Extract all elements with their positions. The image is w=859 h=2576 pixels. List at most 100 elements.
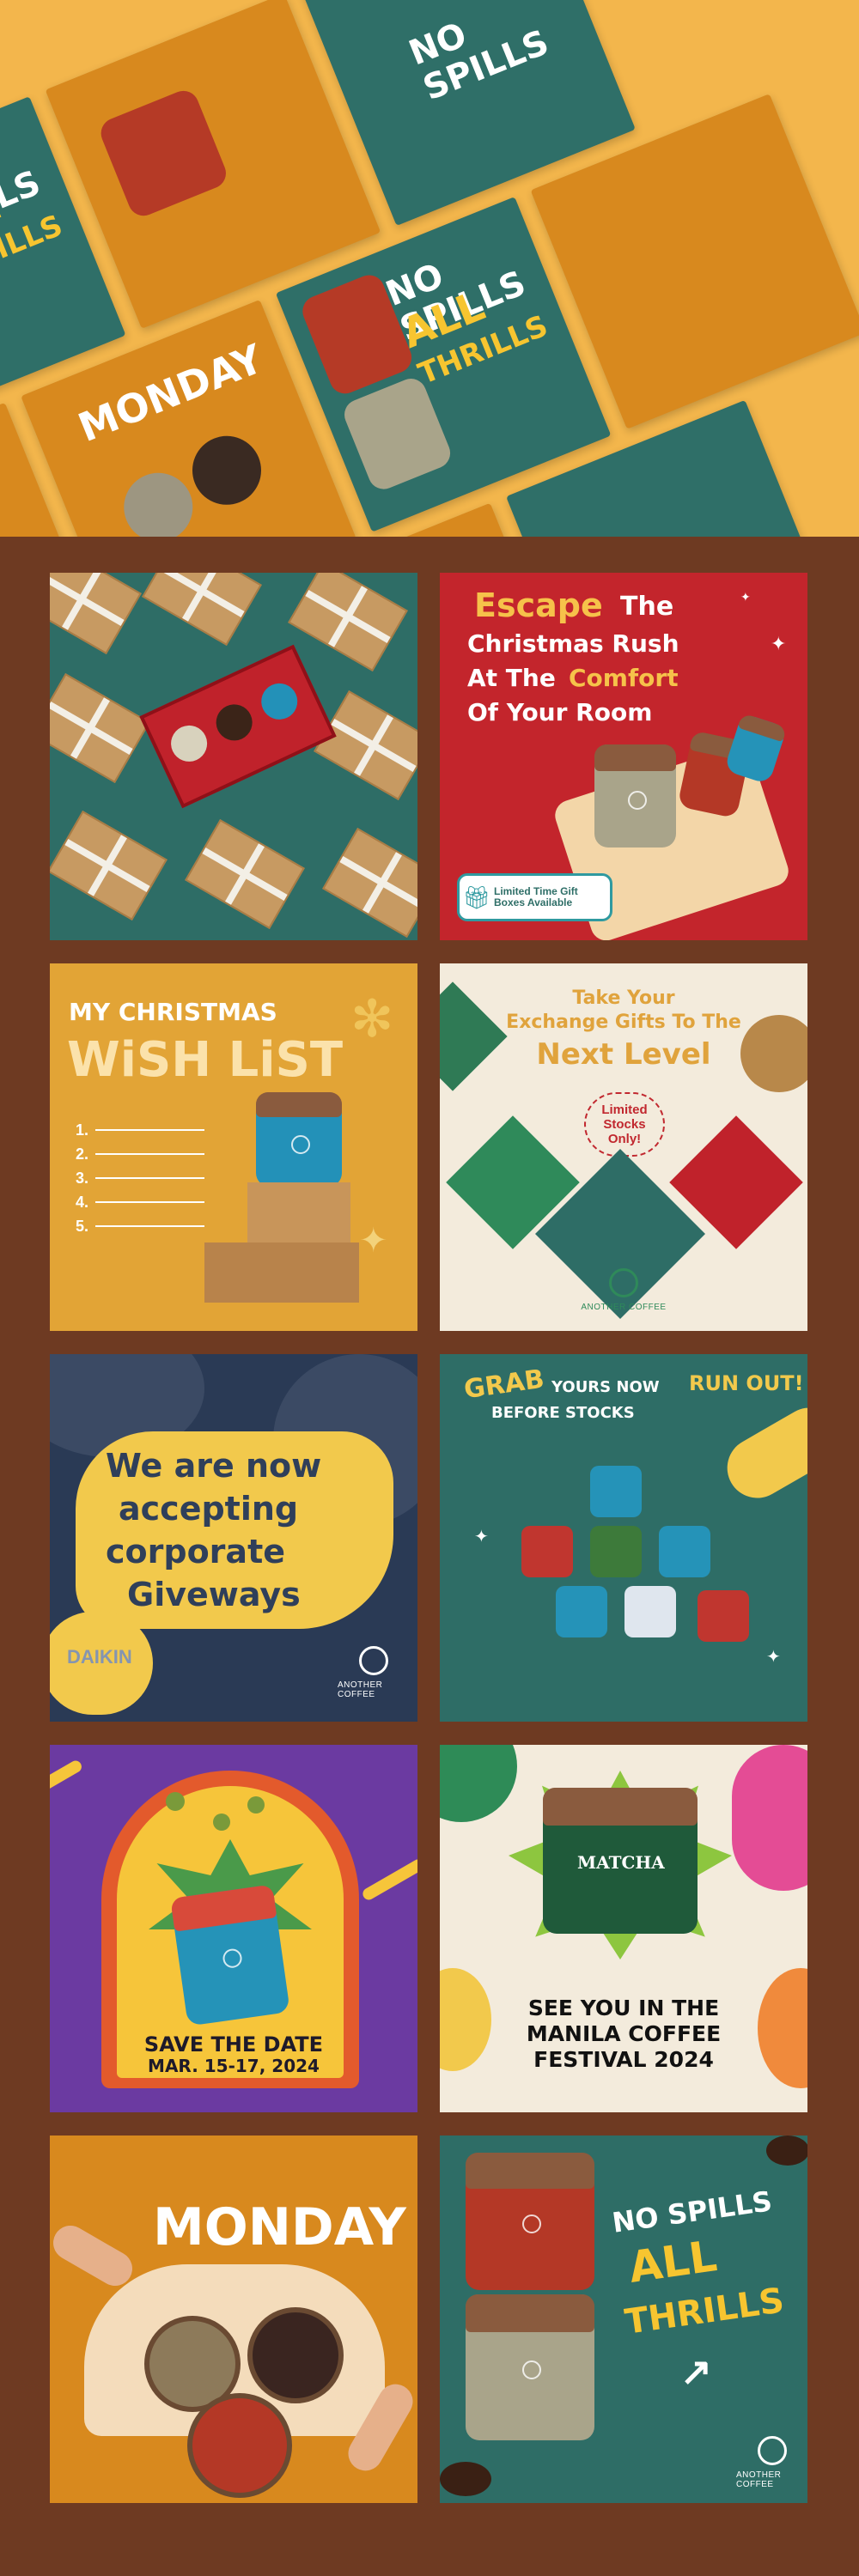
gift-box	[314, 690, 417, 801]
hero-jar-grey-3	[339, 374, 455, 495]
gift-box	[50, 573, 142, 655]
tile-escape-christmas: Escape The Christmas Rush At The Comfort…	[440, 573, 807, 940]
daikin-watermark: DAIKIN	[67, 1646, 132, 1668]
green-blob	[440, 1745, 517, 1822]
tin-grey	[466, 2294, 594, 2440]
hero-tin-open-1	[113, 462, 204, 537]
list-item: 4.	[76, 1190, 204, 1214]
hero-text-thrills: THRILLS	[0, 208, 68, 292]
hero-text-monday-left: MONDAY	[0, 440, 7, 537]
list-item-number: 3.	[76, 1169, 89, 1187]
tin-white	[624, 1586, 676, 1637]
save-date-line2: MAR. 15-17, 2024	[148, 2056, 320, 2076]
sparkle-icon: ✦	[766, 1648, 781, 1667]
gift-box	[185, 818, 305, 930]
no-spills-line1: NO SPILLS	[610, 2184, 775, 2239]
grab-run-out: RUN OUT!	[689, 1371, 804, 1395]
list-item: 2.	[76, 1142, 204, 1166]
tin-red-2	[698, 1590, 749, 1642]
hero-text-no-spills-2: NO SPILLS	[403, 15, 555, 109]
hero-mosaic: NO SPILLS ALL THRILLS NO SPILLS MONDAY M…	[0, 0, 859, 537]
tin-blue-matcha	[256, 1092, 342, 1187]
tin-red	[521, 1526, 573, 1577]
squiggle-decoration	[360, 1856, 417, 1903]
list-item-number: 4.	[76, 1193, 89, 1211]
corporate-brand: ANOTHER COFFEE	[338, 1680, 383, 1699]
tin-blue	[255, 677, 304, 726]
tile-grab-now: GRAB YOURS NOW RUN OUT! BEFORE STOCKS ✦ …	[440, 1354, 807, 1722]
corporate-line3: corporate	[106, 1533, 285, 1571]
matcha-line2: MANILA COFFEE	[526, 2021, 722, 2046]
list-item: 5.	[76, 1214, 204, 1238]
star-ornament-icon: ✦	[359, 1222, 388, 1260]
limited-badge-text: Limited Time Gift Boxes Available	[494, 885, 578, 908]
hero-tile-grid: NO SPILLS ALL THRILLS NO SPILLS MONDAY M…	[0, 0, 859, 537]
hand-left	[50, 2219, 139, 2293]
tile-wishlist: MY CHRISTMAS WiSH LiST 1. 2. 3. 4. 5. ✦ …	[50, 963, 417, 1331]
tin-red-lid	[187, 2393, 292, 2498]
gift-box	[50, 810, 168, 921]
list-item-number: 2.	[76, 1145, 89, 1163]
monday-text: MONDAY	[153, 2197, 406, 2257]
tile-corporate: We are now accepting corporate Giveways …	[50, 1354, 417, 1722]
portfolio-board: Escape The Christmas Rush At The Comfort…	[0, 537, 859, 2576]
matcha-line1: SEE YOU IN THE	[527, 1996, 720, 2020]
tin-beans	[210, 698, 259, 747]
kraft-box-large	[204, 1242, 359, 1303]
escape-line4: Of Your Room	[467, 698, 653, 726]
list-item: 1.	[76, 1118, 204, 1142]
kraft-box	[247, 1182, 350, 1242]
gift-icon: 🎁︎	[462, 884, 491, 910]
gift-box	[288, 573, 408, 672]
save-date-line1: SAVE THE DATE	[143, 2032, 324, 2057]
escape-line3-b: Comfort	[569, 664, 679, 692]
gift-box	[142, 573, 262, 647]
arrow-up-right-icon: ↗	[680, 2351, 712, 2393]
squiggle-decoration	[50, 1758, 84, 1795]
wishlist-title-b: WiSH LiST	[67, 1032, 344, 1088]
tile-save-the-date: SAVE THE DATE MAR. 15-17, 2024	[50, 1745, 417, 2112]
another-coffee-logo	[758, 2436, 787, 2465]
grab-word: GRAB	[462, 1364, 546, 1406]
wishlist-title-a: MY CHRISTMAS	[69, 998, 277, 1026]
tin-blue-3	[556, 1586, 607, 1637]
yellow-sleeve-arm	[716, 1396, 807, 1510]
tin-blue-pouring	[170, 1884, 290, 2026]
tile-monday: MONDAY	[50, 2136, 417, 2503]
wishlist-items: 1. 2. 3. 4. 5.	[76, 1118, 204, 1238]
matcha-label: MATCHA	[577, 1852, 665, 1873]
exchange-brand: ANOTHER COFFEE	[581, 1303, 667, 1312]
corporate-line4: Giveways	[127, 1576, 301, 1613]
list-item-number: 5.	[76, 1217, 89, 1235]
tin-grey	[594, 744, 676, 848]
no-spills-brand: ANOTHER COFFEE	[736, 2470, 782, 2489]
tin-open-beans	[247, 2307, 344, 2403]
list-item-number: 1.	[76, 1121, 89, 1139]
grab-yours-now: YOURS NOW	[551, 1378, 660, 1396]
another-coffee-logo	[609, 1268, 638, 1297]
limited-stocks-badge: Limited Stocks Only!	[584, 1092, 665, 1157]
no-spills-line2: ALL	[625, 2231, 720, 2293]
tin-blue-2	[659, 1526, 710, 1577]
tile-gift-boxes	[50, 573, 417, 940]
red-gift-box-open	[139, 644, 337, 809]
hero-text-monday: MONDAY	[71, 335, 270, 452]
corporate-line1: We are now	[106, 1447, 322, 1485]
coffee-bean	[166, 1792, 185, 1811]
gift-box	[322, 827, 417, 939]
sparkle-icon: ✦	[771, 633, 787, 654]
grab-before-stocks: BEFORE STOCKS	[491, 1404, 635, 1422]
tin-matcha	[590, 1526, 642, 1577]
escape-line2: Christmas Rush	[467, 629, 679, 658]
another-coffee-logo	[359, 1646, 388, 1675]
tin-blue	[590, 1466, 642, 1517]
coffee-bean	[440, 2462, 491, 2496]
snowflake-icon: ✻	[350, 990, 394, 1048]
escape-the: The	[620, 592, 674, 622]
hero-tin-open-2	[181, 425, 272, 515]
gift-box	[50, 672, 150, 784]
sparkle-icon: ✦	[474, 1528, 489, 1546]
tin-cream	[165, 720, 213, 768]
tile-exchange-gifts: Take Your Exchange Gifts To The Next Lev…	[440, 963, 807, 1331]
limited-badge: 🎁︎ Limited Time Gift Boxes Available	[457, 873, 612, 921]
